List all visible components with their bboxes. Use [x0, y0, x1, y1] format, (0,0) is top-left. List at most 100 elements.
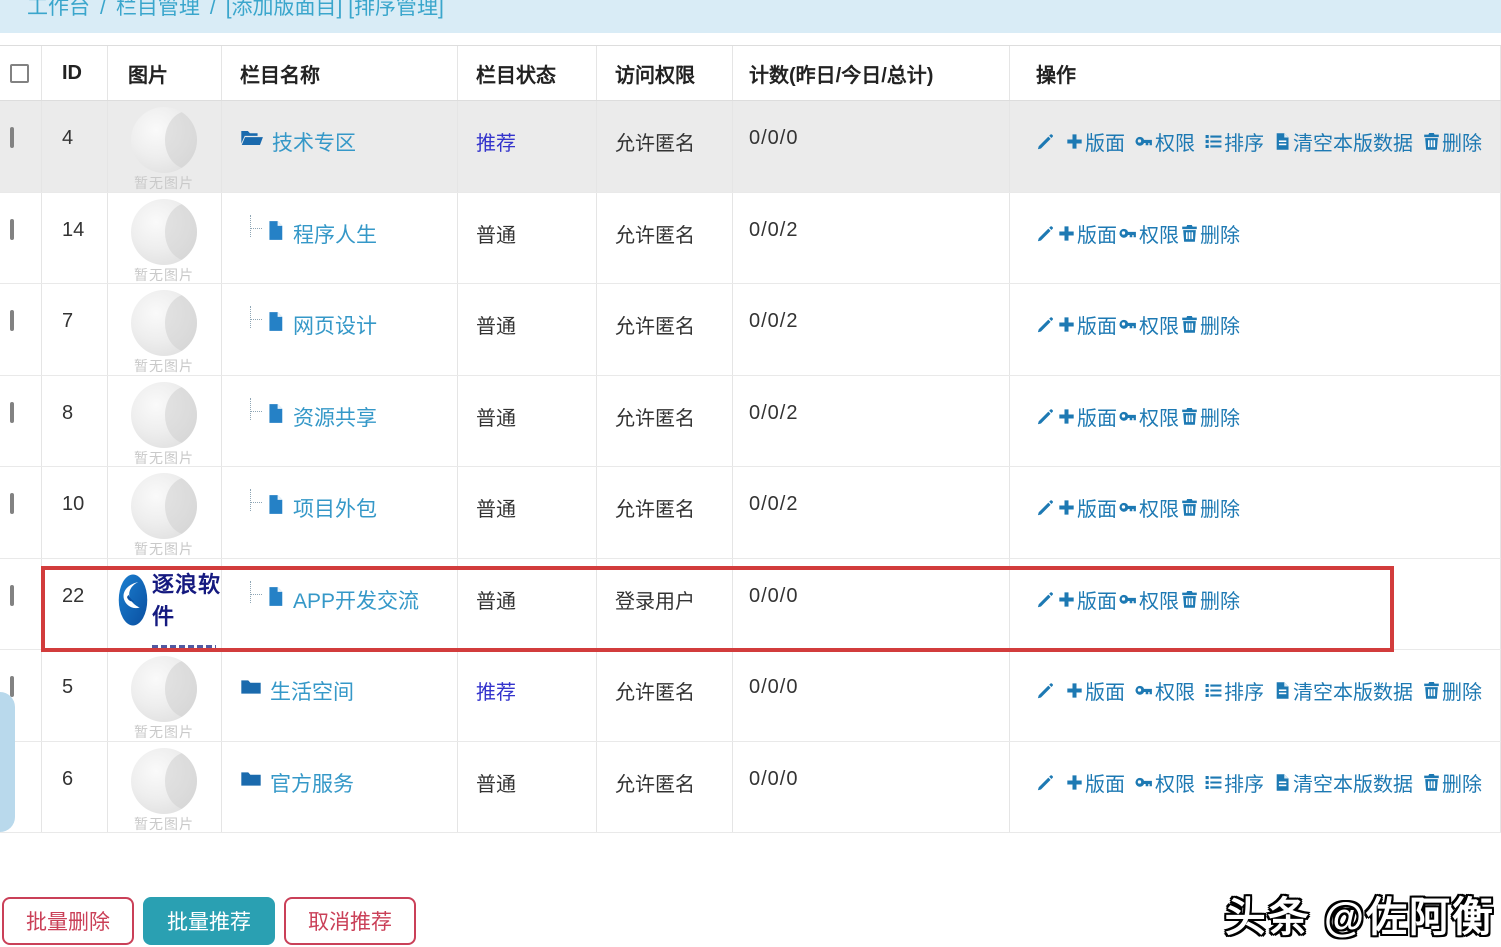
op-pencil-link[interactable] [1036, 773, 1056, 792]
op-pencil-link[interactable] [1036, 224, 1056, 243]
count-value: 0/0/0 [733, 650, 1010, 741]
op-plus-版面-link[interactable]: 版面 [1065, 768, 1125, 797]
op-sort-排序-link[interactable]: 排序 [1204, 127, 1264, 156]
op-label: 权限 [1155, 676, 1195, 705]
op-clear-清空本版数据-link[interactable]: 清空本版数据 [1273, 127, 1413, 156]
brand-oval-icon [118, 565, 148, 635]
trash-icon [1180, 315, 1199, 334]
op-trash-删除-link[interactable]: 删除 [1180, 493, 1240, 522]
sort-icon [1204, 681, 1223, 700]
cancel-recommend-button[interactable]: 取消推荐 [284, 897, 416, 945]
row-checkbox[interactable] [10, 493, 14, 514]
row-checkbox[interactable] [10, 402, 14, 423]
row-checkbox[interactable] [10, 219, 14, 240]
row-checkbox[interactable] [10, 310, 14, 331]
op-key-权限-link[interactable]: 权限 [1118, 493, 1179, 522]
select-all-checkbox[interactable] [10, 64, 29, 83]
column-name-link[interactable]: APP开发交流 [293, 585, 419, 615]
op-clear-清空本版数据-link[interactable]: 清空本版数据 [1273, 676, 1413, 705]
op-label: 权限 [1139, 310, 1179, 339]
operations: 版面权限删除 [1036, 493, 1500, 522]
op-plus-版面-link[interactable]: 版面 [1065, 676, 1125, 705]
op-pencil-link[interactable] [1036, 407, 1056, 426]
op-pencil-link[interactable] [1036, 681, 1056, 700]
op-trash-删除-link[interactable]: 删除 [1422, 768, 1482, 797]
op-pencil-link[interactable] [1036, 590, 1056, 609]
trash-icon [1180, 224, 1199, 243]
op-clear-清空本版数据-link[interactable]: 清空本版数据 [1273, 768, 1413, 797]
row-checkbox[interactable] [10, 676, 14, 697]
op-key-权限-link[interactable]: 权限 [1118, 585, 1179, 614]
status-badge[interactable]: 推荐 [476, 133, 516, 155]
pencil-icon [1036, 681, 1055, 700]
breadcrumb-link-add-board-sort[interactable]: [添加版面目] [排序管理] [226, 0, 444, 19]
access-permission: 允许匿名 [597, 742, 733, 833]
op-key-权限-link[interactable]: 权限 [1118, 402, 1179, 431]
op-trash-删除-link[interactable]: 删除 [1180, 310, 1240, 339]
op-label: 版面 [1077, 219, 1117, 248]
op-key-权限-link[interactable]: 权限 [1118, 310, 1179, 339]
operations: 版面 权限排序清空本版数据删除 [1036, 676, 1500, 705]
op-key-权限-link[interactable]: 权限 [1134, 676, 1195, 705]
op-sort-排序-link[interactable]: 排序 [1204, 768, 1264, 797]
breadcrumb-link-column-management[interactable]: 栏目管理 [116, 0, 200, 19]
op-trash-删除-link[interactable]: 删除 [1180, 402, 1240, 431]
trash-icon [1422, 681, 1441, 700]
op-plus-版面-link[interactable]: 版面 [1057, 402, 1117, 431]
op-label: 删除 [1200, 219, 1240, 248]
open-folder-icon [240, 128, 264, 148]
op-pencil-link[interactable] [1036, 132, 1056, 151]
bulk-delete-button[interactable]: 批量删除 [2, 897, 134, 945]
access-permission: 允许匿名 [597, 650, 733, 741]
column-name-link[interactable]: 程序人生 [293, 219, 377, 249]
plus-icon [1065, 681, 1084, 700]
pencil-icon [1036, 407, 1055, 426]
row-checkbox[interactable] [10, 585, 14, 606]
op-pencil-link[interactable] [1036, 498, 1056, 517]
bulk-recommend-button[interactable]: 批量推荐 [143, 897, 275, 945]
column-name-link[interactable]: 官方服务 [270, 768, 354, 798]
op-trash-删除-link[interactable]: 删除 [1422, 127, 1482, 156]
op-plus-版面-link[interactable]: 版面 [1057, 585, 1117, 614]
op-trash-删除-link[interactable]: 删除 [1180, 585, 1240, 614]
op-pencil-link[interactable] [1036, 315, 1056, 334]
clear-icon [1273, 132, 1292, 151]
op-label: 删除 [1200, 310, 1240, 339]
op-sort-排序-link[interactable]: 排序 [1204, 676, 1264, 705]
breadcrumb-link-workbench[interactable]: 工作台 [27, 0, 90, 19]
file-icon [266, 586, 285, 607]
no-image-placeholder: 暂无图片 [118, 382, 210, 467]
column-name-link[interactable]: 网页设计 [293, 310, 377, 340]
op-plus-版面-link[interactable]: 版面 [1057, 310, 1117, 339]
op-plus-版面-link[interactable]: 版面 [1057, 493, 1117, 522]
key-icon [1118, 590, 1138, 609]
op-plus-版面-link[interactable]: 版面 [1057, 219, 1117, 248]
access-permission: 允许匿名 [597, 284, 733, 375]
column-name-link[interactable]: 项目外包 [293, 493, 377, 523]
status-badge[interactable]: 推荐 [476, 682, 516, 704]
edge-floating-widget[interactable] [0, 692, 15, 832]
row-id: 6 [42, 742, 108, 833]
pencil-icon [1036, 224, 1055, 243]
op-trash-删除-link[interactable]: 删除 [1422, 676, 1482, 705]
row-checkbox[interactable] [10, 127, 14, 148]
column-name-link[interactable]: 生活空间 [270, 676, 354, 706]
op-label: 版面 [1077, 493, 1117, 522]
op-label: 清空本版数据 [1293, 768, 1413, 797]
plus-icon [1057, 590, 1076, 609]
op-label: 清空本版数据 [1293, 676, 1413, 705]
placeholder-sphere-image [131, 656, 197, 722]
row-id: 7 [42, 284, 108, 375]
no-image-placeholder: 暂无图片 [118, 748, 210, 833]
no-image-placeholder: 暂无图片 [118, 107, 210, 192]
column-management-page: 工作台/栏目管理/[添加版面目] [排序管理] ID 图片 栏目名称 栏目状态 … [0, 0, 1501, 947]
op-plus-版面-link[interactable]: 版面 [1065, 127, 1125, 156]
op-key-权限-link[interactable]: 权限 [1134, 127, 1195, 156]
column-name-link[interactable]: 技术专区 [272, 127, 356, 157]
column-name-link[interactable]: 资源共享 [293, 402, 377, 432]
op-trash-删除-link[interactable]: 删除 [1180, 219, 1240, 248]
count-value: 0/0/2 [733, 193, 1010, 284]
op-key-权限-link[interactable]: 权限 [1118, 219, 1179, 248]
op-key-权限-link[interactable]: 权限 [1134, 768, 1195, 797]
placeholder-label: 暂无图片 [118, 539, 210, 558]
